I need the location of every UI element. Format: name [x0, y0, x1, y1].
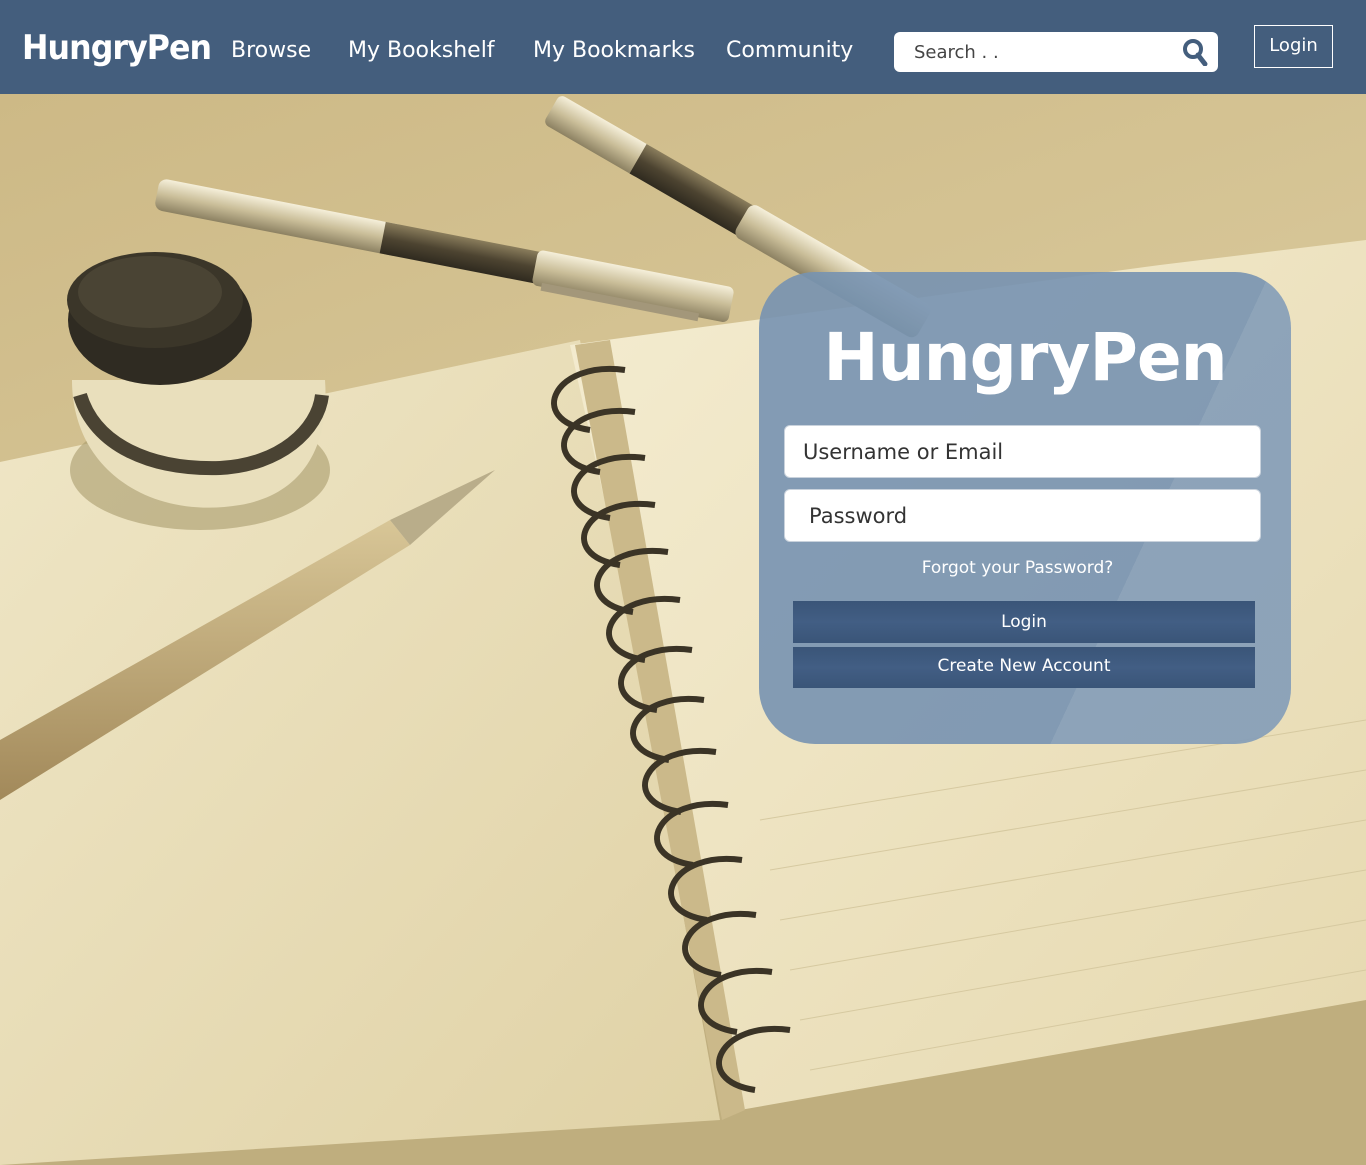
header-login-button[interactable]: Login	[1254, 25, 1333, 68]
search-icon[interactable]	[1182, 38, 1208, 66]
nav-community[interactable]: Community	[726, 36, 853, 66]
nav-browse[interactable]: Browse	[231, 36, 311, 66]
nav-my-bookshelf[interactable]: My Bookshelf	[348, 36, 495, 66]
forgot-password-link[interactable]: Forgot your Password?	[759, 556, 1276, 580]
login-card: HungryPen Forgot your Password? Login Cr…	[759, 272, 1291, 744]
top-navigation-bar: HungryPen Browse My Bookshelf My Bookmar…	[0, 0, 1366, 94]
nav-my-bookmarks[interactable]: My Bookmarks	[533, 36, 695, 66]
create-account-button[interactable]: Create New Account	[793, 647, 1255, 688]
password-field	[784, 489, 1261, 542]
login-button[interactable]: Login	[793, 601, 1255, 643]
username-field	[784, 425, 1261, 478]
search-input[interactable]	[914, 38, 1164, 66]
username-input[interactable]	[803, 438, 1243, 466]
card-logo: HungryPen	[823, 319, 1227, 396]
password-input[interactable]	[809, 502, 1249, 530]
brand-logo[interactable]: HungryPen	[22, 24, 212, 72]
search-box	[894, 32, 1218, 72]
